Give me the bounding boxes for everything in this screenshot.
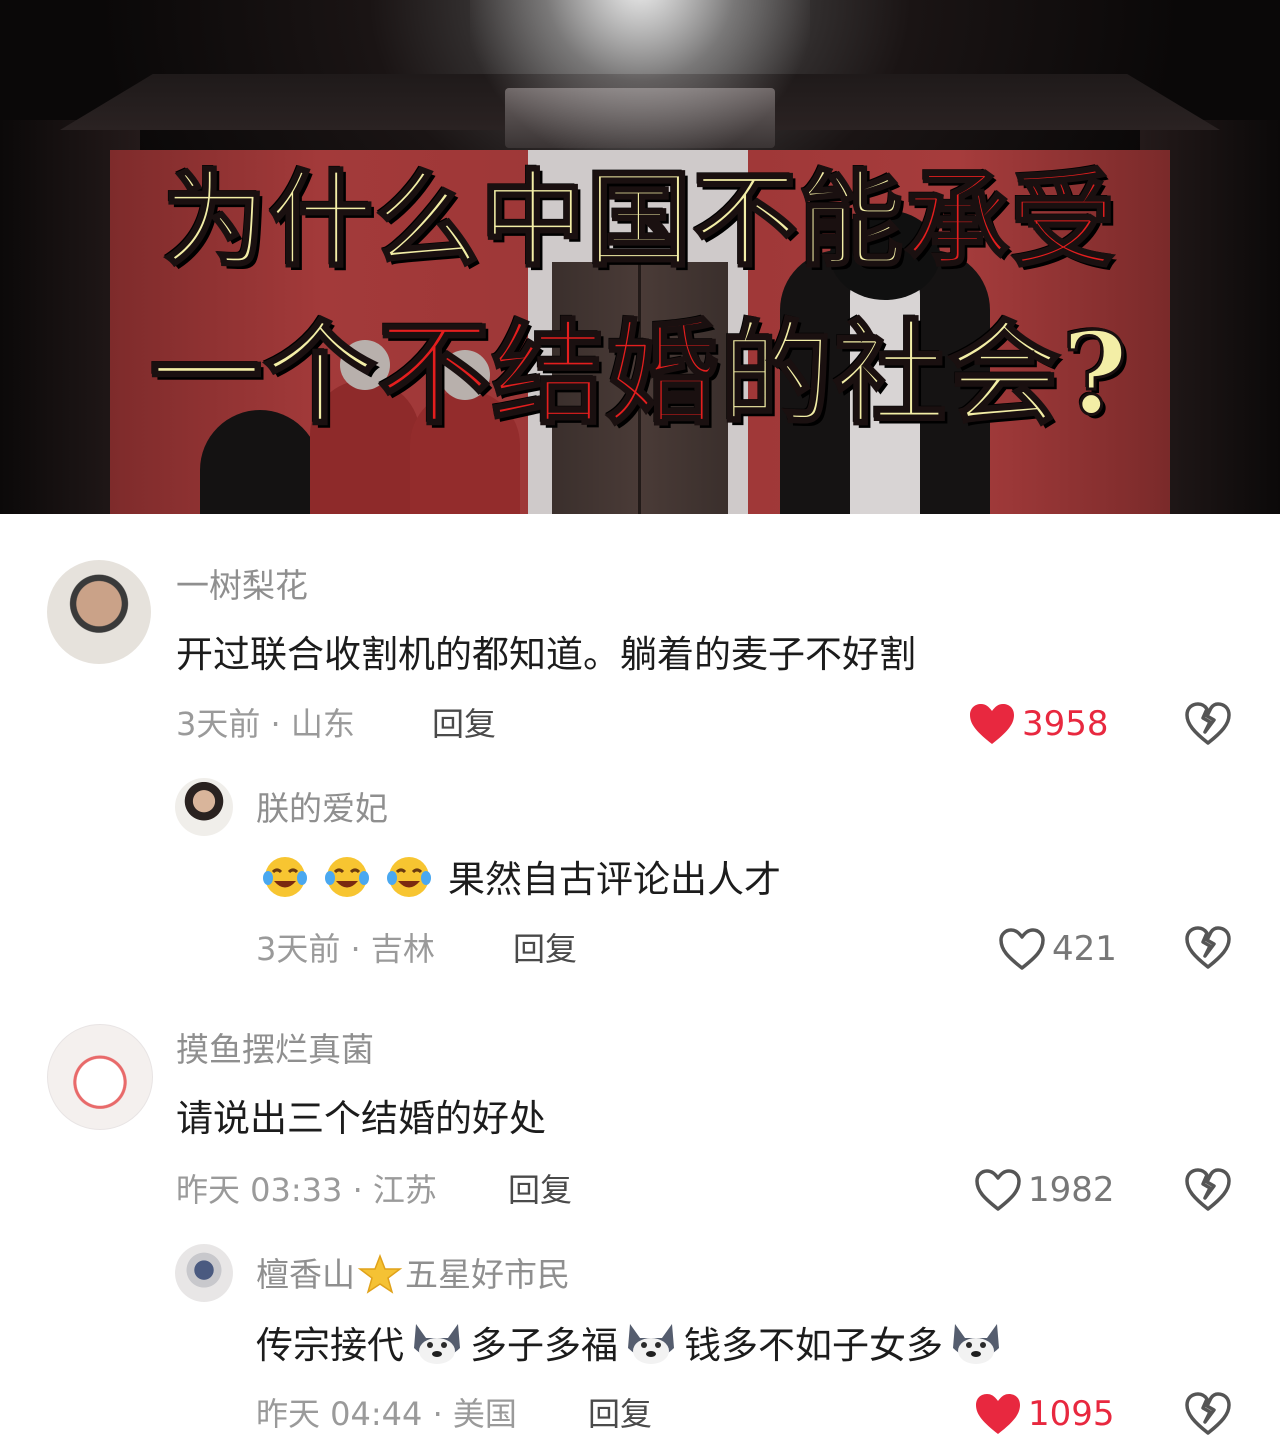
laughing-tears-emoji xyxy=(387,857,431,897)
reply-button[interactable]: 回复 xyxy=(432,704,496,744)
heart-outline-icon xyxy=(999,928,1045,970)
comment-meta: 昨天 03:33 · 江苏 xyxy=(176,1171,437,1209)
broken-heart-icon[interactable] xyxy=(1184,1166,1232,1214)
heart-outline-icon xyxy=(975,1169,1021,1211)
reply-button[interactable]: 回复 xyxy=(508,1170,572,1210)
comment-username[interactable]: 一树梨花 xyxy=(176,566,308,606)
broken-heart-icon[interactable] xyxy=(1184,1390,1232,1438)
like-button[interactable]: 1095 xyxy=(974,1390,1115,1438)
like-count: 1982 xyxy=(1028,1170,1115,1210)
avatar[interactable] xyxy=(175,1244,233,1302)
reply-meta: 3天前 · 吉林 xyxy=(256,930,435,968)
comment-meta: 3天前 · 山东 xyxy=(176,705,355,743)
reply-text: 果然自古评论出人才 xyxy=(448,858,781,901)
broken-heart-icon[interactable] xyxy=(1184,924,1232,972)
reply-username[interactable]: 朕的爱妃 xyxy=(256,789,388,829)
like-count: 421 xyxy=(1052,929,1117,969)
heart-filled-icon xyxy=(976,1394,1020,1434)
like-count: 3958 xyxy=(1022,704,1109,744)
husky-emoji xyxy=(414,1324,460,1364)
husky-emoji xyxy=(628,1324,674,1364)
avatar[interactable] xyxy=(47,1024,153,1130)
reply-username[interactable]: 檀香山 五星好市民 xyxy=(256,1253,570,1295)
star-icon xyxy=(357,1253,403,1294)
broken-heart-icon[interactable] xyxy=(1184,700,1232,748)
reply-text-row: 果然自古评论出人才 xyxy=(262,854,781,903)
laughing-tears-emoji xyxy=(263,857,307,897)
like-count: 1095 xyxy=(1028,1394,1115,1434)
like-button[interactable]: 3958 xyxy=(968,700,1109,748)
banner-title-line1: 为什么中国不能承受 xyxy=(161,157,1118,283)
comment-username[interactable]: 摸鱼摆烂真菌 xyxy=(176,1030,374,1070)
laughing-tears-emoji xyxy=(325,857,369,897)
reply-meta: 昨天 04:44 · 美国 xyxy=(256,1395,517,1433)
reply-button[interactable]: 回复 xyxy=(588,1394,652,1434)
spotlight xyxy=(470,0,810,160)
like-button[interactable]: 421 xyxy=(998,925,1117,973)
comment-text: 开过联合收割机的都知道。躺着的麦子不好割 xyxy=(176,633,916,676)
husky-emoji xyxy=(953,1324,999,1364)
reply-text-segment: 钱多不如子女多 xyxy=(684,1324,943,1367)
avatar[interactable] xyxy=(175,778,233,836)
comment-text: 请说出三个结婚的好处 xyxy=(176,1097,546,1140)
like-button[interactable]: 1982 xyxy=(974,1166,1115,1214)
reply-text-segment: 多子多福 xyxy=(470,1324,618,1367)
reply-text-segment: 传宗接代 xyxy=(256,1324,404,1367)
reply-button[interactable]: 回复 xyxy=(513,929,577,969)
banner-title-line2: 一个不结婚的社会? xyxy=(149,308,1130,441)
avatar[interactable] xyxy=(47,560,151,664)
reply-text-row: 传宗接代 多子多福 钱多不如子女多 xyxy=(256,1318,1009,1369)
heart-filled-icon xyxy=(970,704,1014,744)
video-cover-banner[interactable]: 为什么中国不能承受 一个不结婚的社会? xyxy=(0,0,1280,514)
